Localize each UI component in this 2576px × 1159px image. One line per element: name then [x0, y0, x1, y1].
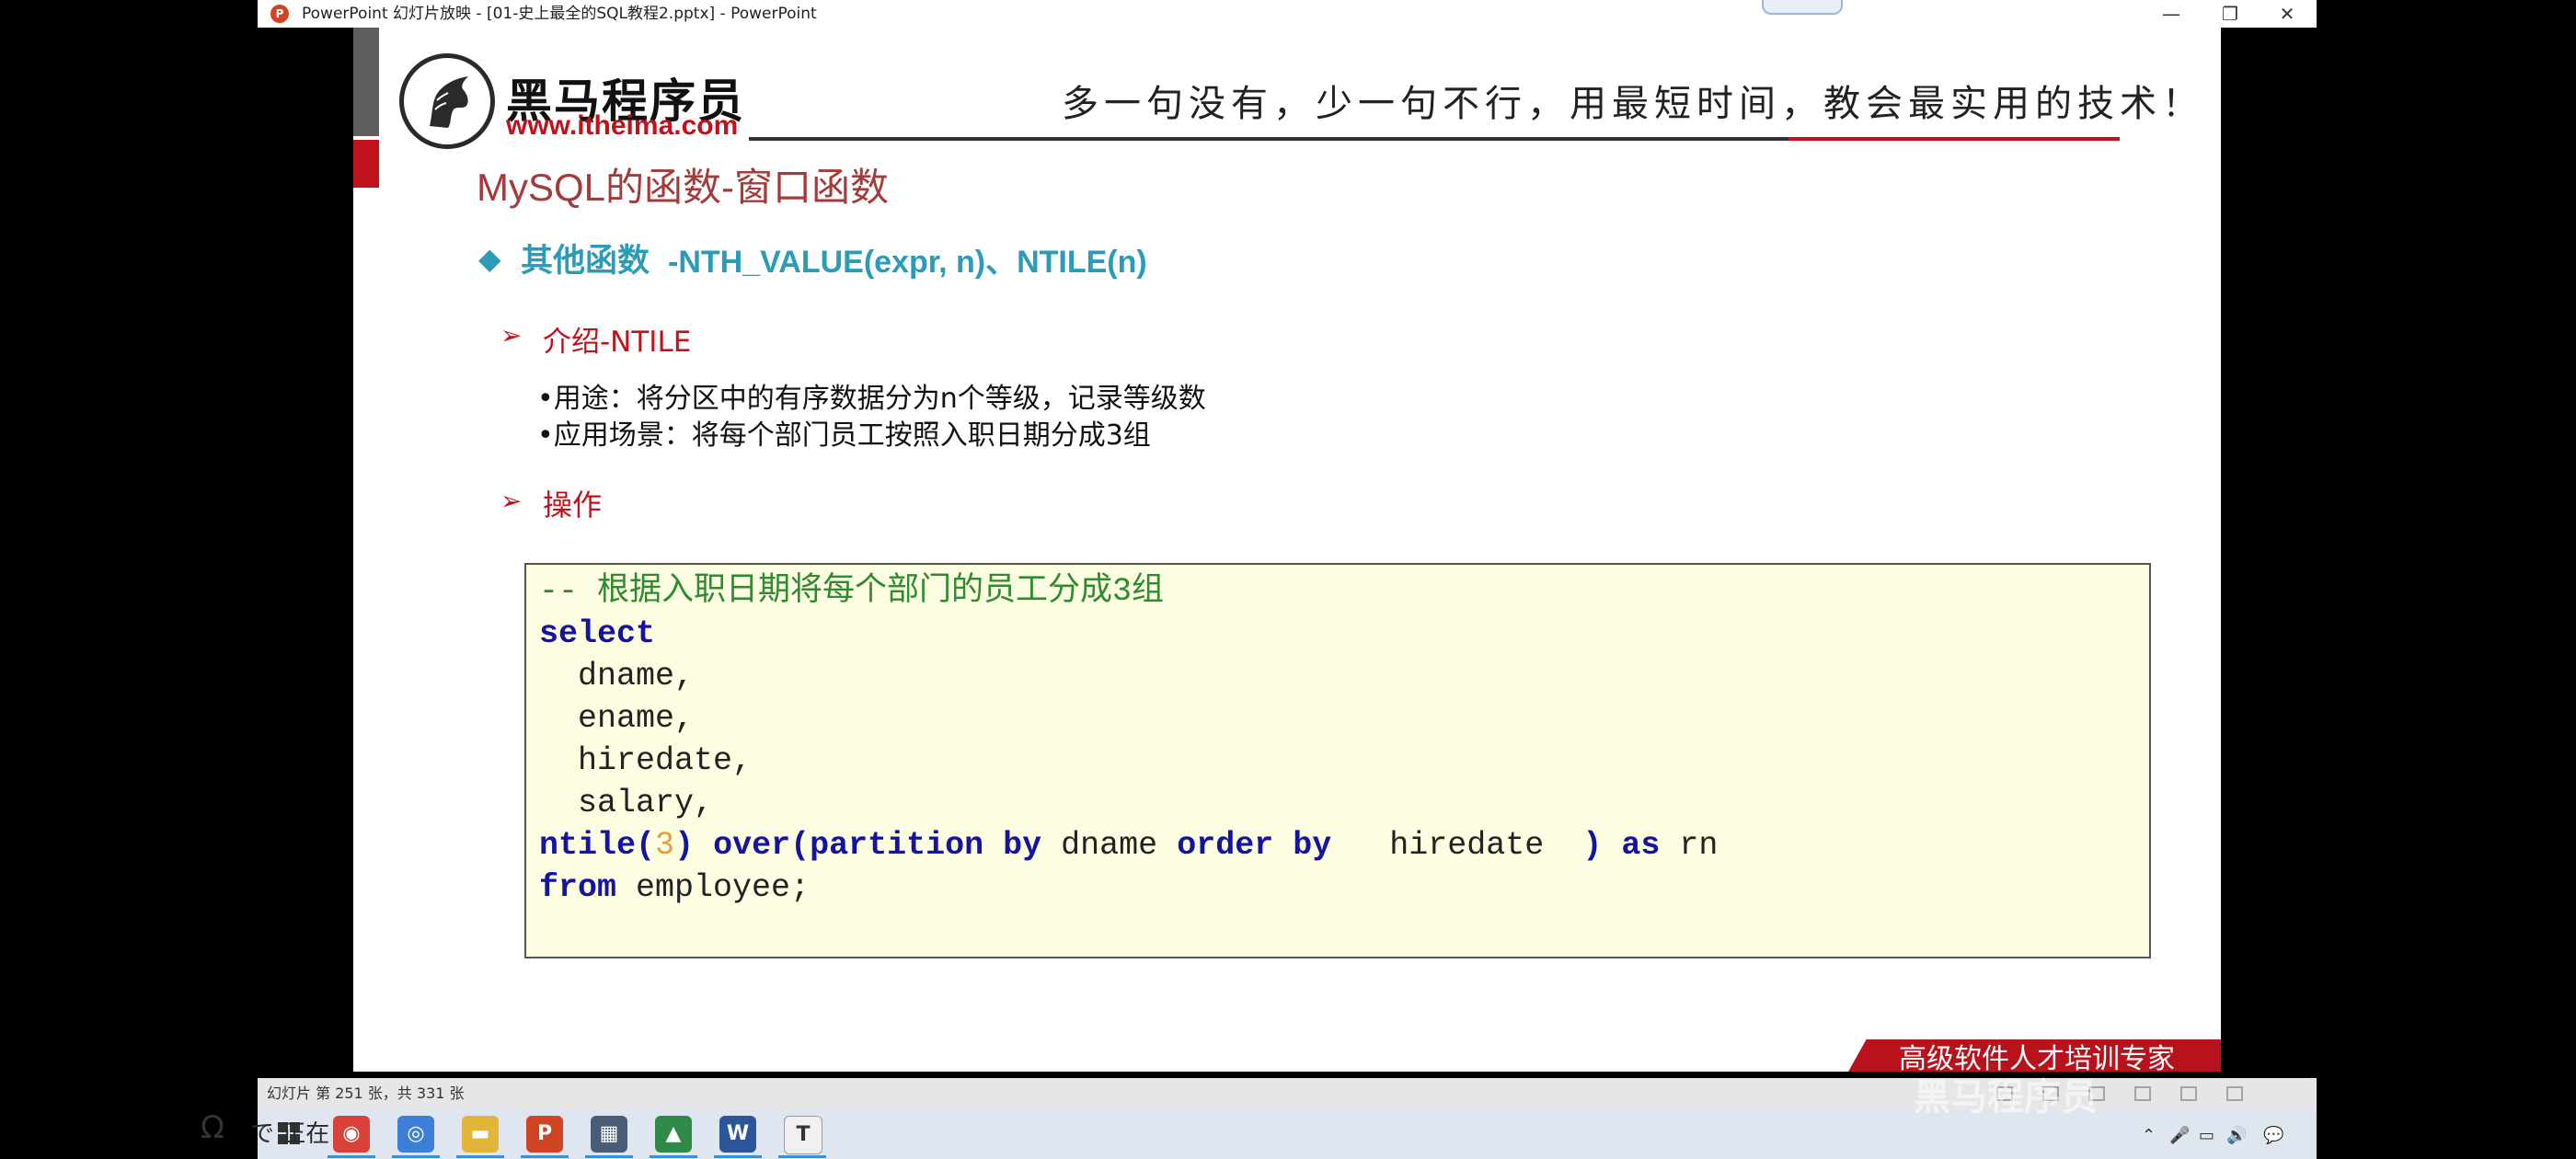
overlay-icon: Ω — [201, 1109, 224, 1146]
slide-title: MySQL的函数-窗口函数 — [477, 166, 890, 209]
header-divider-red — [1788, 137, 2120, 141]
typora-taskbar-icon[interactable]: T — [784, 1116, 822, 1154]
arrow-bullet-icon: ➢ — [500, 486, 523, 516]
slide-accent-bar — [353, 28, 379, 136]
code-keyword: as — [1621, 827, 1661, 864]
chrome-taskbar-icon[interactable]: ◉ — [333, 1116, 370, 1153]
operation-label: 操作 — [543, 488, 603, 522]
intro-label: 介绍-NTILE — [543, 326, 692, 359]
code-keyword: order by — [1177, 827, 1332, 864]
code-paren: ( — [636, 827, 656, 864]
code-column: salary, — [539, 785, 714, 821]
code-paren: ) — [1582, 827, 1603, 864]
running-indicator — [456, 1155, 504, 1158]
horse-head-icon — [430, 76, 468, 128]
running-indicator — [585, 1155, 633, 1158]
slide[interactable]: 黑马程序员 www.itheima.com 多一句没有，少一句不行，用最短时间，… — [353, 28, 2221, 1072]
tray-overflow-icon[interactable]: ⌃ — [2142, 1126, 2156, 1145]
powerpoint-taskbar-icon[interactable]: P — [526, 1116, 563, 1153]
code-column: dname, — [539, 658, 695, 694]
diamond-bullet-icon: ◆ — [478, 241, 501, 276]
code-identifier: employee; — [636, 869, 811, 906]
word-taskbar-icon[interactable]: W — [719, 1116, 756, 1153]
code-select: select — [539, 615, 656, 652]
bullet-purpose: •用途：将分区中的有序数据分为n个等级，记录等级数 — [537, 383, 1206, 415]
running-indicator — [650, 1155, 697, 1158]
heading-functions: -NTH_VALUE(expr, n)、NTILE(n) — [668, 245, 1147, 280]
battery-icon[interactable]: ▭ — [2199, 1126, 2214, 1145]
code-ntile-line: ntile(3) over(partition by dname order b… — [539, 824, 1718, 866]
code-from-line: from employee; — [539, 866, 810, 909]
code-number: 3 — [655, 827, 675, 864]
code-column: hiredate, — [539, 742, 753, 779]
running-indicator — [328, 1155, 375, 1158]
slide-sorter-icon[interactable] — [2134, 1086, 2151, 1101]
running-indicator — [714, 1155, 762, 1158]
powerpoint-app-icon: P — [270, 5, 289, 23]
header-divider — [749, 137, 1788, 141]
code-keyword: (partition by — [790, 827, 1042, 864]
code-keyword: over — [713, 827, 791, 864]
overlay-text: で 正在 — [250, 1120, 330, 1148]
volume-icon[interactable]: 🔊 — [2226, 1126, 2247, 1145]
slide-accent-bar-red — [353, 140, 379, 188]
chart-app-taskbar-icon[interactable]: ▲ — [655, 1116, 692, 1153]
running-indicator — [521, 1155, 569, 1158]
code-identifier: rn — [1679, 827, 1719, 864]
code-keyword: from — [539, 869, 617, 906]
code-paren: ) — [674, 827, 695, 864]
browser-taskbar-icon[interactable]: ◎ — [397, 1116, 434, 1153]
bullet-scenario: •应用场景：将每个部门员工按照入职日期分成3组 — [537, 419, 1151, 452]
code-comment: -- 根据入职日期将每个部门的员工分成3组 — [539, 573, 1165, 610]
running-indicator — [778, 1155, 826, 1158]
close-button[interactable]: ✕ — [2260, 0, 2315, 28]
code-identifier: dname — [1061, 827, 1158, 864]
calculator-taskbar-icon[interactable]: ▦ — [591, 1116, 627, 1153]
reading-view-icon[interactable] — [2180, 1086, 2197, 1101]
code-column: ename, — [539, 700, 695, 737]
code-identifier: hiredate — [1351, 827, 1583, 864]
running-indicator — [392, 1155, 440, 1158]
horse-logo-icon — [399, 53, 495, 149]
logo-url: www.itheima.com — [506, 110, 739, 141]
sql-code-block: -- 根据入职日期将每个部门的员工分成3组 select dname, enam… — [524, 563, 2151, 958]
notification-icon[interactable]: 💬 — [2263, 1126, 2283, 1145]
slide-counter: 幻灯片 第 251 张，共 331 张 — [267, 1084, 465, 1102]
code-keyword: ntile — [539, 827, 637, 864]
slogan: 多一句没有，少一句不行，用最短时间，教会最实用的技术！ — [1062, 83, 2204, 125]
heading-prefix: 其他函数 — [521, 243, 650, 280]
file-explorer-taskbar-icon[interactable]: ▬ — [462, 1116, 499, 1153]
video-watermark: 黑马程序员 — [1914, 1076, 2098, 1119]
slideshow-icon[interactable] — [2226, 1086, 2243, 1101]
restore-button[interactable]: ❐ — [2202, 0, 2258, 28]
slideshow-toolbar-handle[interactable] — [1762, 0, 1843, 15]
window-title: PowerPoint 幻灯片放映 - [01-史上最全的SQL教程2.pptx]… — [302, 5, 817, 23]
arrow-bullet-icon: ➢ — [500, 320, 523, 350]
window-title-bar: P PowerPoint 幻灯片放映 - [01-史上最全的SQL教程2.ppt… — [258, 0, 2317, 28]
minimize-button[interactable]: — — [2144, 0, 2199, 28]
microphone-icon[interactable]: 🎤 — [2169, 1126, 2190, 1145]
